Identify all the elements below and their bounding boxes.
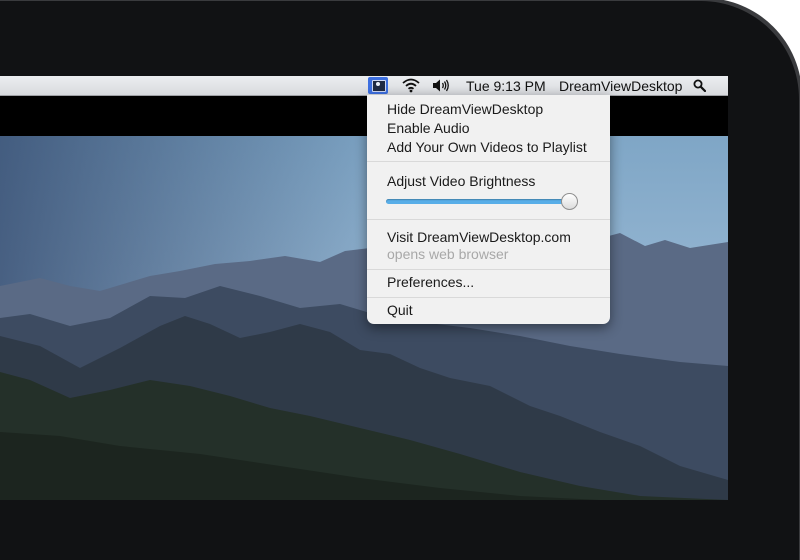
visit-website-note: opens web browser <box>387 246 509 262</box>
menu-bar: Tue 9:13 PM DreamViewDesktop <box>0 76 728 96</box>
spotlight-search-icon[interactable] <box>693 79 706 92</box>
menu-separator <box>367 161 610 162</box>
brightness-slider-knob[interactable] <box>560 193 578 210</box>
menubar-app-name[interactable]: DreamViewDesktop <box>559 77 682 95</box>
desktop-screen: Tue 9:13 PM DreamViewDesktop <box>0 76 728 500</box>
app-dropdown-menu: Hide DreamViewDesktop Enable Audio Add Y… <box>367 95 610 324</box>
menubar-clock[interactable]: Tue 9:13 PM <box>466 77 546 95</box>
video-letterbox-top <box>0 96 728 136</box>
wifi-icon[interactable] <box>402 78 420 93</box>
menu-separator <box>367 219 610 220</box>
add-videos-menu-item[interactable]: Add Your Own Videos to Playlist <box>387 138 587 156</box>
visit-website-menu-item[interactable]: Visit DreamViewDesktop.com <box>387 228 571 246</box>
volume-icon[interactable] <box>432 78 450 93</box>
brightness-slider-track[interactable] <box>386 199 574 204</box>
menu-separator <box>367 297 610 298</box>
mountain-video-wallpaper <box>0 136 728 500</box>
dreamview-app-icon[interactable] <box>368 77 388 94</box>
enable-audio-menu-item[interactable]: Enable Audio <box>387 119 470 137</box>
quit-menu-item[interactable]: Quit <box>387 301 413 319</box>
preferences-menu-item[interactable]: Preferences... <box>387 273 474 291</box>
menu-separator <box>367 269 610 270</box>
hide-app-menu-item[interactable]: Hide DreamViewDesktop <box>387 100 543 118</box>
brightness-label: Adjust Video Brightness <box>387 173 536 189</box>
